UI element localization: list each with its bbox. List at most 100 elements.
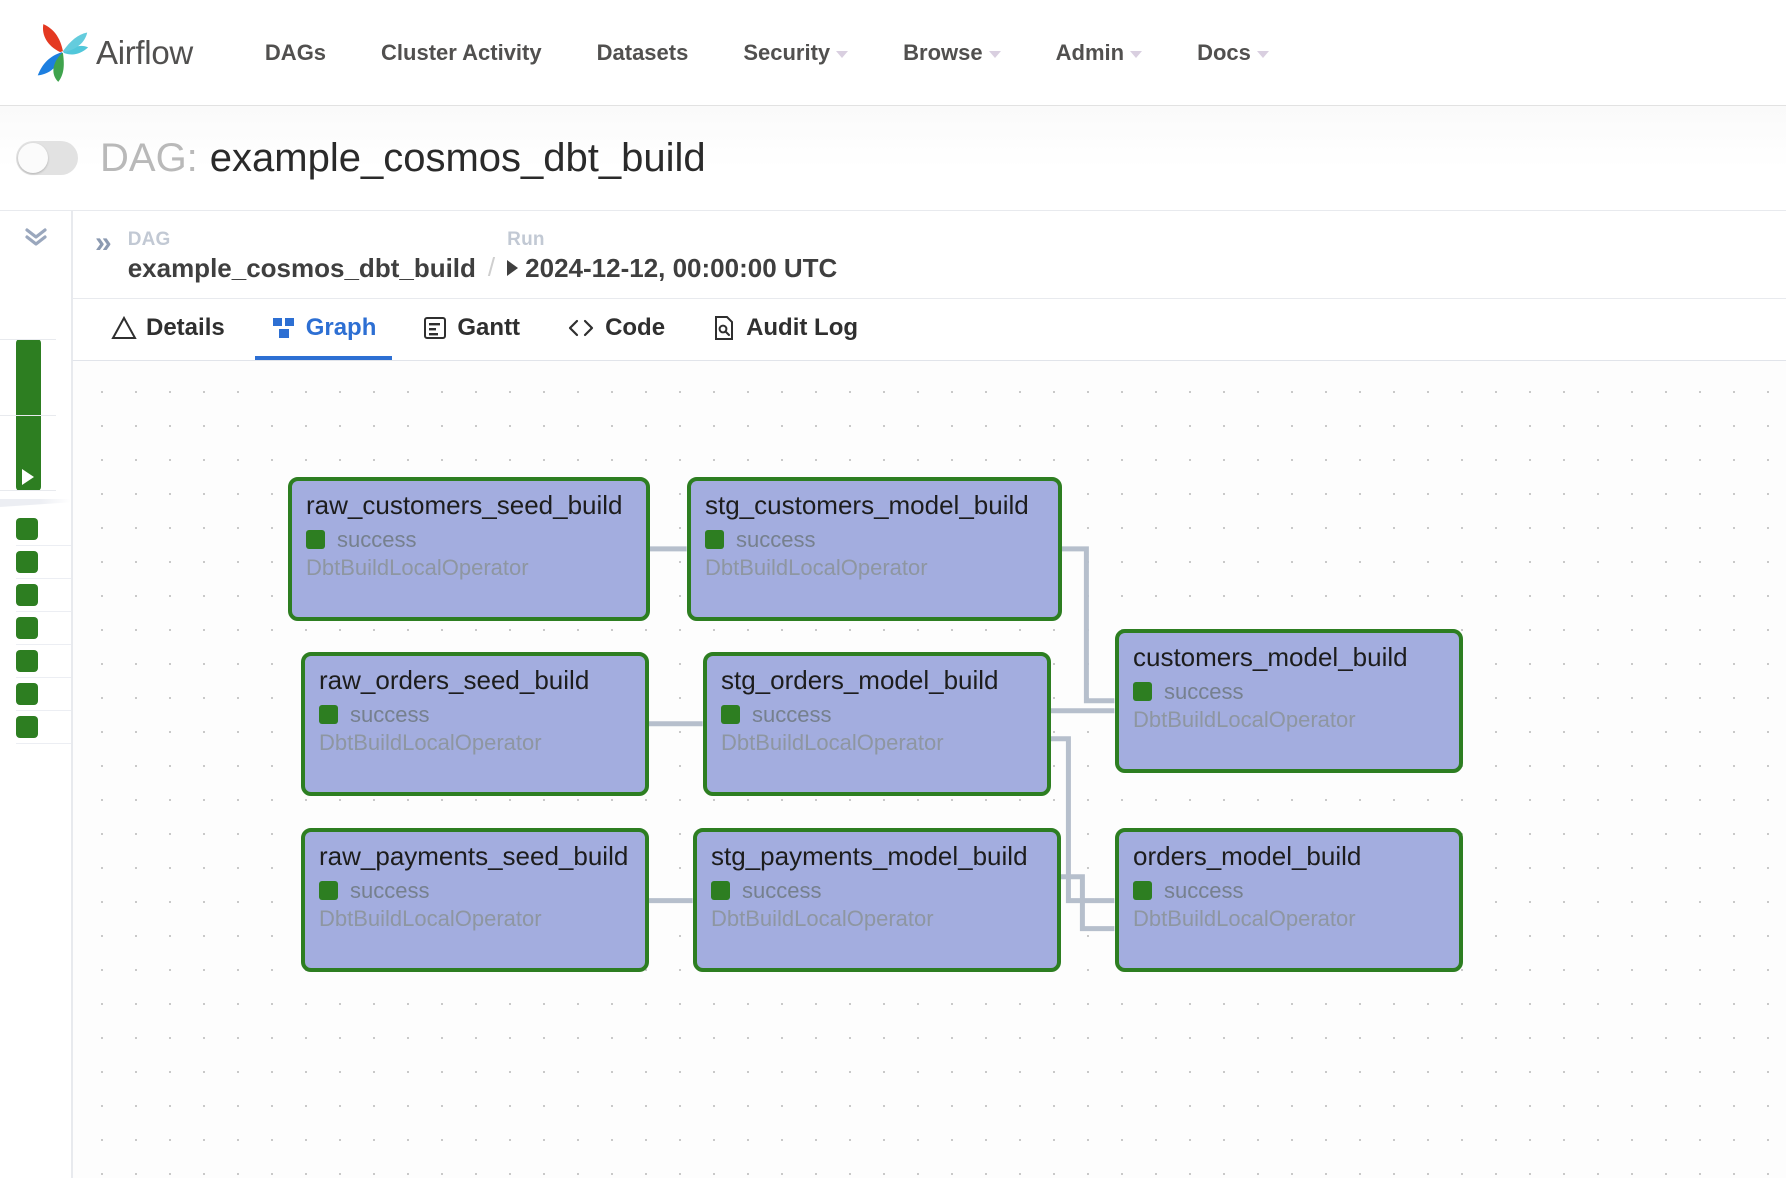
tab-label: Audit Log xyxy=(746,314,858,342)
graph-canvas[interactable]: raw_customers_seed_build success DbtBuil… xyxy=(72,361,1786,1178)
task-node-operator: DbtBuildLocalOperator xyxy=(711,906,1043,932)
nav-item-dags[interactable]: DAGs xyxy=(265,30,326,76)
nav-label: DAGs xyxy=(265,40,326,66)
task-status-square[interactable] xyxy=(16,518,38,540)
main-pane: » DAG example_cosmos_dbt_build / Run 202… xyxy=(72,211,1786,1178)
top-navbar: Airflow DAGs Cluster Activity Datasets S… xyxy=(0,0,1786,106)
grid-tick xyxy=(0,490,56,491)
tab-label: Gantt xyxy=(457,314,520,342)
nav-label: Security xyxy=(743,40,830,66)
task-node-stg-payments-model-build[interactable]: stg_payments_model_build success DbtBuil… xyxy=(693,828,1061,972)
task-node-stg-customers-model-build[interactable]: stg_customers_model_build success DbtBui… xyxy=(687,477,1062,621)
tab-code[interactable]: Code xyxy=(550,299,681,360)
tab-details[interactable]: Details xyxy=(95,299,241,360)
status-square-success xyxy=(705,530,724,549)
nav-item-security[interactable]: Security xyxy=(743,30,848,76)
task-node-operator: DbtBuildLocalOperator xyxy=(721,730,1033,756)
status-square-success xyxy=(711,881,730,900)
task-node-stg-orders-model-build[interactable]: stg_orders_model_build success DbtBuildL… xyxy=(703,652,1051,796)
chevron-down-icon xyxy=(1257,51,1269,58)
grid-task-row[interactable] xyxy=(16,612,71,645)
task-status-square[interactable] xyxy=(16,551,38,573)
nav-item-docs[interactable]: Docs xyxy=(1197,30,1269,76)
edge-stg-customers-to-customers-model xyxy=(1061,549,1114,701)
tab-audit-log[interactable]: Audit Log xyxy=(695,299,874,360)
task-node-state-label: success xyxy=(736,527,815,553)
task-node-raw-customers-seed-build[interactable]: raw_customers_seed_build success DbtBuil… xyxy=(288,477,650,621)
breadcrumb-run-caption: Run xyxy=(507,229,837,251)
task-status-square[interactable] xyxy=(16,650,38,672)
task-node-state-label: success xyxy=(1164,679,1243,705)
code-icon xyxy=(566,315,596,341)
task-node-title: stg_orders_model_build xyxy=(721,666,1033,696)
task-node-raw-orders-seed-build[interactable]: raw_orders_seed_build success DbtBuildLo… xyxy=(301,652,649,796)
task-node-state: success xyxy=(711,878,1043,904)
breadcrumb-dag-caption: DAG xyxy=(128,229,476,251)
nav-label: Browse xyxy=(903,40,982,66)
warning-triangle-icon xyxy=(111,315,137,341)
task-node-state: success xyxy=(1133,679,1445,705)
collapse-grid-button[interactable] xyxy=(0,225,71,249)
task-node-customers-model-build[interactable]: customers_model_build success DbtBuildLo… xyxy=(1115,629,1463,773)
task-node-title: orders_model_build xyxy=(1133,842,1445,872)
task-node-raw-payments-seed-build[interactable]: raw_payments_seed_build success DbtBuild… xyxy=(301,828,649,972)
grid-task-row[interactable] xyxy=(16,513,71,546)
task-node-state-label: success xyxy=(1164,878,1243,904)
status-square-success xyxy=(319,705,338,724)
task-node-operator: DbtBuildLocalOperator xyxy=(306,555,632,581)
chevron-down-icon xyxy=(1130,51,1142,58)
nav-item-browse[interactable]: Browse xyxy=(903,30,1000,76)
tab-label: Details xyxy=(146,314,225,342)
task-node-state: success xyxy=(319,702,631,728)
grid-tick xyxy=(0,415,56,416)
tab-label: Graph xyxy=(306,314,377,342)
breadcrumb-dag[interactable]: DAG example_cosmos_dbt_build xyxy=(128,229,476,284)
grid-task-row[interactable] xyxy=(16,579,71,612)
status-square-success xyxy=(1133,881,1152,900)
grid-task-row[interactable] xyxy=(16,645,71,678)
dag-pause-toggle[interactable] xyxy=(16,141,78,175)
expand-panel-icon[interactable]: » xyxy=(95,229,112,257)
task-node-operator: DbtBuildLocalOperator xyxy=(705,555,1044,581)
task-node-state: success xyxy=(306,527,632,553)
gantt-icon xyxy=(422,315,448,341)
nav-links: DAGs Cluster Activity Datasets Security … xyxy=(265,30,1324,76)
task-status-square[interactable] xyxy=(16,716,38,738)
grid-task-row[interactable] xyxy=(16,546,71,579)
tab-gantt[interactable]: Gantt xyxy=(406,299,536,360)
grid-task-row[interactable] xyxy=(16,711,71,744)
task-status-square[interactable] xyxy=(16,584,38,606)
page-title: example_cosmos_dbt_build xyxy=(210,136,706,181)
task-node-title: stg_payments_model_build xyxy=(711,842,1043,872)
task-node-operator: DbtBuildLocalOperator xyxy=(1133,906,1445,932)
task-status-square[interactable] xyxy=(16,683,38,705)
brand-text: Airflow xyxy=(96,34,193,72)
breadcrumb-dag-value: example_cosmos_dbt_build xyxy=(128,253,476,284)
breadcrumb-run[interactable]: Run 2024-12-12, 00:00:00 UTC xyxy=(507,229,837,284)
dag-header: DAG: example_cosmos_dbt_build xyxy=(0,106,1786,210)
task-node-state-label: success xyxy=(337,527,416,553)
breadcrumb-run-value: 2024-12-12, 00:00:00 UTC xyxy=(525,253,837,284)
dag-run-bar[interactable] xyxy=(16,339,41,491)
task-status-square[interactable] xyxy=(16,617,38,639)
airflow-brand[interactable]: Airflow xyxy=(34,22,193,84)
graph-icon xyxy=(271,315,297,341)
grid-task-row[interactable] xyxy=(16,678,71,711)
task-node-orders-model-build[interactable]: orders_model_build success DbtBuildLocal… xyxy=(1115,828,1463,972)
status-square-success xyxy=(319,881,338,900)
tab-bar: Details Graph Gantt xyxy=(72,299,1786,361)
task-node-operator: DbtBuildLocalOperator xyxy=(1133,707,1445,733)
grid-sidebar xyxy=(0,211,72,1178)
tab-label: Code xyxy=(605,314,665,342)
task-node-state: success xyxy=(705,527,1044,553)
task-node-title: stg_customers_model_build xyxy=(705,491,1044,521)
nav-item-datasets[interactable]: Datasets xyxy=(597,30,689,76)
task-node-title: raw_customers_seed_build xyxy=(306,491,632,521)
nav-label: Cluster Activity xyxy=(381,40,542,66)
tab-graph[interactable]: Graph xyxy=(255,299,393,360)
chevron-down-icon xyxy=(989,51,1001,58)
task-node-operator: DbtBuildLocalOperator xyxy=(319,906,631,932)
nav-item-admin[interactable]: Admin xyxy=(1056,30,1142,76)
task-node-state: success xyxy=(1133,878,1445,904)
nav-item-cluster-activity[interactable]: Cluster Activity xyxy=(381,30,542,76)
